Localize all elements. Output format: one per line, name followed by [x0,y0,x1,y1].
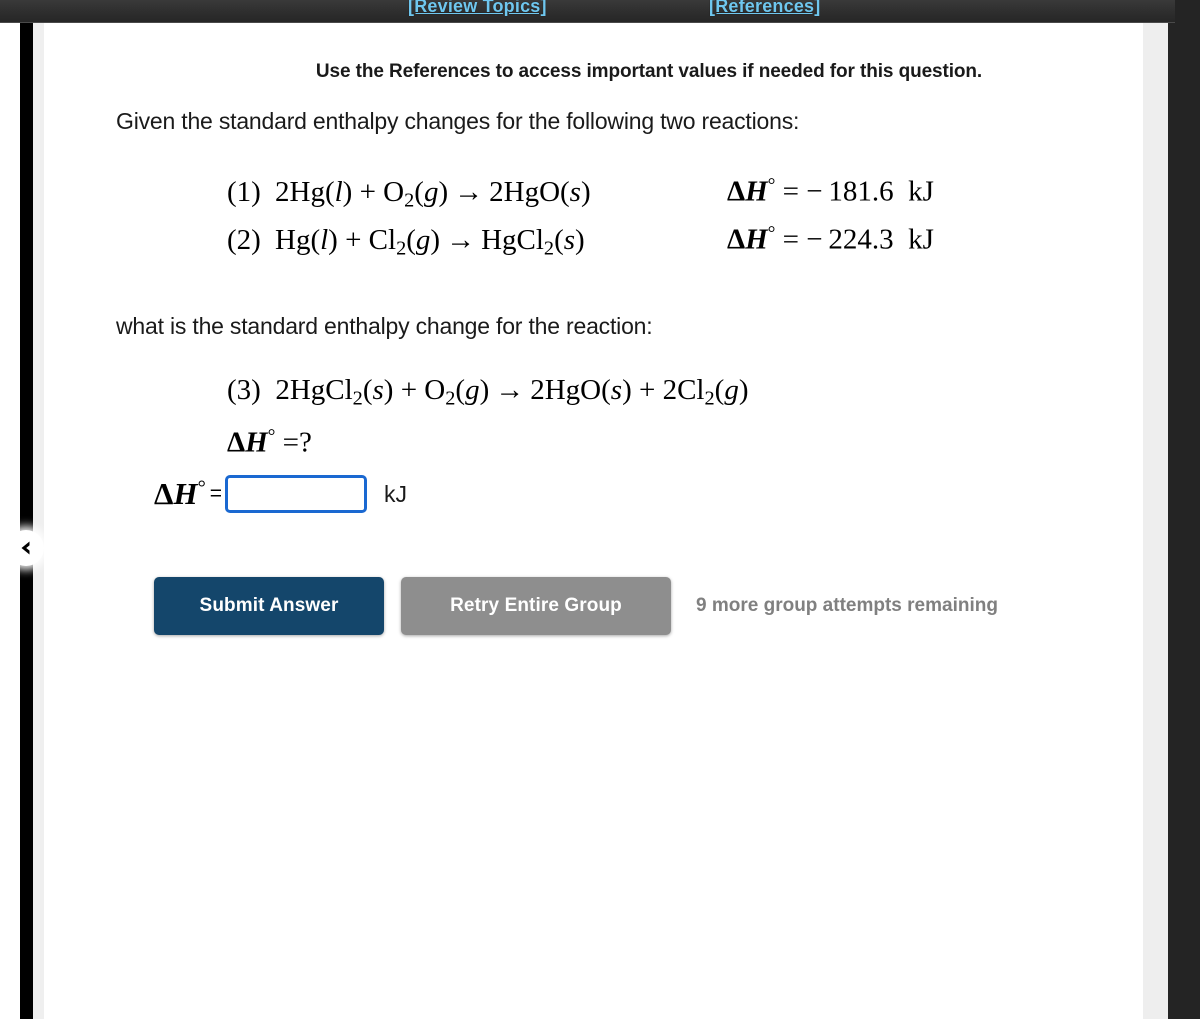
equation-label: (1) [227,175,261,208]
answer-row: ΔH° = kJ [154,475,407,513]
top-navigation-bar: [Review Topics] [References] [0,0,1175,23]
collapse-panel-button[interactable] [8,530,44,566]
equation-delta-h: ΔH° = − 181.6 kJ [727,175,934,208]
right-gutter [1143,0,1168,1019]
action-button-row: Submit Answer Retry Entire Group 9 more … [154,577,998,635]
prompt-question: what is the standard enthalpy change for… [116,313,653,339]
retry-entire-group-button[interactable]: Retry Entire Group [401,577,671,635]
prompt-given: Given the standard enthalpy changes for … [116,108,800,134]
question-panel: Use the References to access important v… [44,22,1143,1020]
answer-equals-sign: = [209,482,223,505]
reference-note: Use the References to access important v… [315,61,983,82]
equation-body: 2Hg(l) + O2(g) → 2HgO(s) [275,175,591,212]
target-equation-delta-h: ΔH° =? [227,425,312,459]
given-equations: (1) 2Hg(l) + O2(g) → 2HgO(s) ΔH° = − 181.6… [227,175,934,271]
equation-row: (1) 2Hg(l) + O2(g) → 2HgO(s) ΔH° = − 181.6… [227,175,934,223]
references-link[interactable]: [References] [709,0,820,17]
right-dark-strip [1168,0,1200,1019]
left-gutter [33,22,44,1019]
equation-delta-h: ΔH° = − 224.3 kJ [727,223,934,256]
answer-input[interactable] [225,475,368,513]
review-topics-link[interactable]: [Review Topics] [408,0,547,17]
left-rail [20,22,33,1019]
submit-answer-button[interactable]: Submit Answer [154,577,384,635]
chevron-left-icon [21,541,30,555]
target-equation: (3) 2HgCl2(s) + O2(g) → 2HgO(s) + 2Cl2(g) … [227,371,748,461]
equation-row: (2) Hg(l) + Cl2(g) → HgCl2(s) ΔH° = − 224.… [227,223,934,271]
equation-label: (2) [227,223,261,256]
attempts-remaining-text: 9 more group attempts remaining [696,595,998,616]
answer-label: ΔH° [154,476,206,511]
target-equation-line: (3) 2HgCl2(s) + O2(g) → 2HgO(s) + 2Cl2(g) [227,374,749,410]
equation-body: Hg(l) + Cl2(g) → HgCl2(s) [275,223,585,260]
answer-unit-label: kJ [384,480,408,507]
